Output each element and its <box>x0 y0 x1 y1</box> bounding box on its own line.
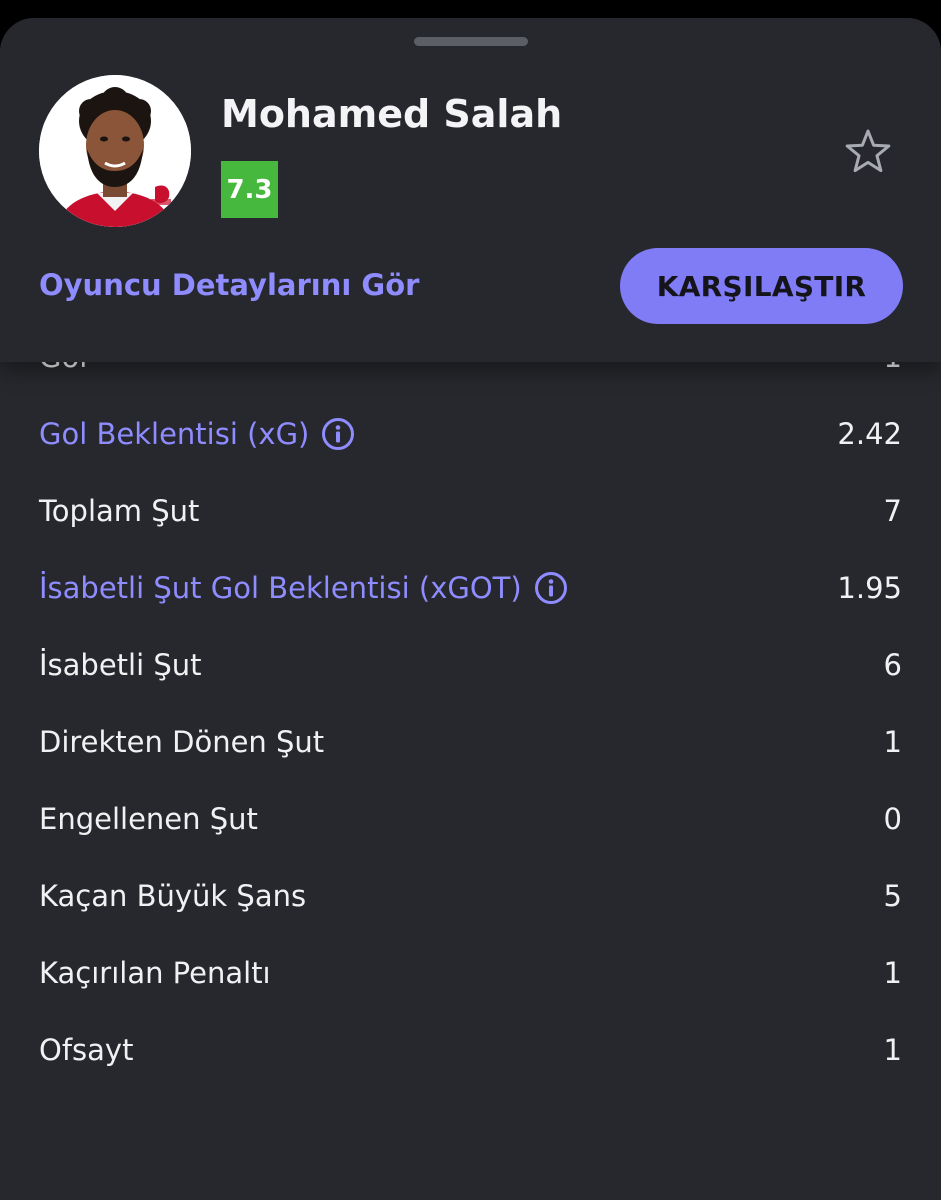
stat-label: Kaçan Büyük Şans <box>39 878 307 913</box>
stat-value: 0 <box>883 801 902 836</box>
stat-row-big-chances-missed: Kaçan Büyük Şans 5 <box>0 857 941 934</box>
drag-handle[interactable] <box>414 37 528 46</box>
stat-row-offsides: Ofsayt 1 <box>0 1011 941 1088</box>
stat-label-link[interactable]: Gol Beklentisi (xG) <box>39 417 355 451</box>
player-photo: LFC <box>39 75 191 227</box>
stat-value: 1 <box>883 1032 902 1067</box>
stat-label-text: İsabetli Şut Gol Beklentisi (xGOT) <box>39 570 522 605</box>
stat-label: Kaçırılan Penaltı <box>39 955 271 990</box>
info-icon[interactable] <box>321 417 355 451</box>
stat-row-xg[interactable]: Gol Beklentisi (xG) 2.42 <box>0 395 941 472</box>
star-outline-icon[interactable] <box>843 127 893 177</box>
stat-row-blocked-shots: Engellenen Şut 0 <box>0 780 941 857</box>
stat-value: 6 <box>883 647 902 682</box>
player-name: Mohamed Salah <box>221 92 563 136</box>
player-stats-sheet: Gol 1 Gol Beklentisi (xG) 2.42 Toplam Şu… <box>0 18 941 1200</box>
stat-value: 1.95 <box>837 570 902 605</box>
stat-label: Toplam Şut <box>39 493 200 528</box>
info-icon[interactable] <box>534 571 568 605</box>
stats-list: Gol 1 Gol Beklentisi (xG) 2.42 Toplam Şu… <box>0 318 941 1088</box>
stat-row-hit-woodwork: Direkten Dönen Şut 1 <box>0 703 941 780</box>
stat-row-penalties-missed: Kaçırılan Penaltı 1 <box>0 934 941 1011</box>
stat-label: Direkten Dönen Şut <box>39 724 325 759</box>
rating-badge: 7.3 <box>221 161 278 218</box>
player-details-link[interactable]: Oyuncu Detaylarını Gör <box>39 268 419 302</box>
stat-label-link[interactable]: İsabetli Şut Gol Beklentisi (xGOT) <box>39 571 568 605</box>
stat-value: 1 <box>883 955 902 990</box>
stat-row-xgot[interactable]: İsabetli Şut Gol Beklentisi (xGOT) 1.95 <box>0 549 941 626</box>
stat-row-total-shots: Toplam Şut 7 <box>0 472 941 549</box>
avatar: LFC <box>39 75 191 227</box>
stat-value: 2.42 <box>837 416 902 451</box>
stat-label: Engellenen Şut <box>39 801 258 836</box>
stat-row-shots-on-target: İsabetli Şut 6 <box>0 626 941 703</box>
stat-label: Ofsayt <box>39 1032 134 1067</box>
stat-value: 7 <box>883 493 902 528</box>
stat-value: 5 <box>883 878 902 913</box>
compare-button[interactable]: KARŞILAŞTIR <box>620 248 903 324</box>
stat-value: 1 <box>883 724 902 759</box>
stat-label-text: Gol Beklentisi (xG) <box>39 416 310 451</box>
stat-label: İsabetli Şut <box>39 647 202 682</box>
player-header: LFC Mohamed Salah 7.3 Oyuncu Detaylarını… <box>0 18 941 362</box>
svg-text:LFC: LFC <box>151 210 170 220</box>
